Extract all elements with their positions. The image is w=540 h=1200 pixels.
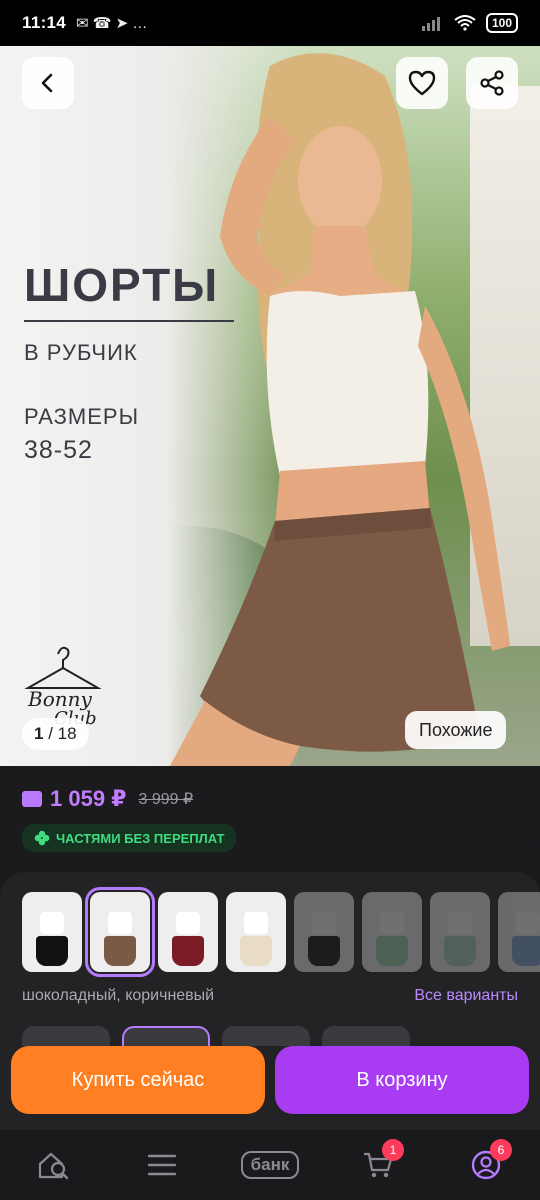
installments-label: ЧАСТЯМИ БЕЗ ПЕРЕПЛАТ bbox=[56, 830, 225, 846]
signal-icon bbox=[421, 17, 440, 31]
hero-divider bbox=[24, 320, 234, 322]
bank-label: банк bbox=[240, 1151, 300, 1179]
image-counter: 1 / 18 bbox=[22, 718, 89, 750]
thumb-shorts bbox=[512, 936, 540, 966]
size-chip[interactable] bbox=[22, 1026, 110, 1046]
variant-thumb-selected[interactable] bbox=[85, 887, 155, 977]
nav-cart[interactable]: 1 bbox=[348, 1135, 408, 1195]
size-chips bbox=[22, 1026, 410, 1046]
hero-caption: ШОРТЫ В РУБЧИК РАЗМЕРЫ 38-52 bbox=[24, 262, 234, 465]
clover-icon bbox=[34, 830, 50, 846]
notification-icons: ✉ ☎ ➤ … bbox=[76, 15, 148, 32]
wallet-icon bbox=[22, 791, 42, 807]
thumb-shorts bbox=[104, 936, 136, 966]
variant-thumb[interactable] bbox=[498, 892, 540, 972]
chevron-left-icon bbox=[41, 73, 53, 93]
menu-icon bbox=[148, 1154, 176, 1176]
variant-thumb[interactable] bbox=[226, 892, 286, 972]
cart-badge: 1 bbox=[382, 1139, 404, 1161]
size-chip-selected[interactable] bbox=[122, 1026, 210, 1046]
share-icon bbox=[480, 70, 504, 96]
bottom-nav: банк 1 6 bbox=[0, 1130, 540, 1200]
status-time: 11:14 bbox=[22, 13, 67, 32]
thumb-shorts bbox=[444, 936, 476, 966]
favorite-button[interactable] bbox=[396, 57, 448, 109]
thumb-shorts bbox=[308, 936, 340, 966]
heart-icon bbox=[408, 70, 436, 96]
selected-color-name: шоколадный, коричневый bbox=[22, 987, 215, 1004]
nav-profile[interactable]: 6 bbox=[456, 1135, 516, 1195]
brand-logo: Bonny Club bbox=[24, 646, 102, 726]
battery-icon: 100 bbox=[485, 13, 518, 33]
thumb-shorts bbox=[240, 936, 272, 966]
thumb-shorts bbox=[36, 936, 68, 966]
nav-home[interactable] bbox=[24, 1135, 84, 1195]
price-card: 1 059 ₽ 3 999 ₽ ЧАСТЯМИ БЕЗ ПЕРЕПЛАТ bbox=[0, 766, 540, 868]
profile-badge: 6 bbox=[490, 1139, 512, 1161]
variant-thumb[interactable] bbox=[362, 892, 422, 972]
variant-thumb[interactable] bbox=[22, 892, 82, 972]
add-to-cart-button[interactable]: В корзину bbox=[275, 1046, 529, 1114]
nav-catalog[interactable] bbox=[132, 1135, 192, 1195]
image-counter-total: / 18 bbox=[48, 724, 77, 743]
thumb-top bbox=[244, 912, 268, 934]
thumb-top bbox=[40, 912, 64, 934]
installments-badge[interactable]: ЧАСТЯМИ БЕЗ ПЕРЕПЛАТ bbox=[22, 824, 237, 852]
thumb-top bbox=[380, 912, 404, 934]
thumb-shorts bbox=[172, 936, 204, 966]
home-search-icon bbox=[38, 1152, 69, 1180]
hero-sizes-label: РАЗМЕРЫ bbox=[24, 404, 140, 429]
size-chip[interactable] bbox=[222, 1026, 310, 1046]
thumb-top bbox=[176, 912, 200, 934]
thumb-top bbox=[448, 912, 472, 934]
hero-sizes-value: 38-52 bbox=[24, 436, 93, 464]
old-price: 3 999 ₽ bbox=[138, 791, 194, 808]
status-bar: 11:14 ✉ ☎ ➤ … 100 bbox=[0, 0, 540, 46]
share-button[interactable] bbox=[466, 57, 518, 109]
status-right: 100 bbox=[421, 13, 518, 33]
hero-title: ШОРТЫ bbox=[24, 259, 220, 311]
variant-thumbnails bbox=[22, 887, 540, 977]
price-row: 1 059 ₽ 3 999 ₽ bbox=[22, 786, 518, 812]
thumb-top bbox=[108, 912, 132, 934]
similar-button[interactable]: Похожие bbox=[405, 711, 507, 749]
current-price: 1 059 ₽ bbox=[50, 786, 127, 811]
variant-thumb[interactable] bbox=[158, 892, 218, 972]
variant-thumb[interactable] bbox=[430, 892, 490, 972]
image-counter-current: 1 bbox=[34, 724, 44, 743]
size-chip[interactable] bbox=[322, 1026, 410, 1046]
all-variants-link[interactable]: Все варианты bbox=[414, 987, 518, 1005]
thumb-shorts bbox=[376, 936, 408, 966]
hero-subtitle: В РУБЧИК bbox=[24, 340, 138, 365]
product-gallery[interactable]: ШОРТЫ В РУБЧИК РАЗМЕРЫ 38-52 Bonny Club … bbox=[0, 46, 540, 766]
variant-thumb[interactable] bbox=[294, 892, 354, 972]
wifi-icon bbox=[454, 15, 476, 31]
thumb-top bbox=[312, 912, 336, 934]
nav-bank[interactable]: банк bbox=[240, 1135, 300, 1195]
buy-now-button[interactable]: Купить сейчас bbox=[11, 1046, 265, 1114]
back-button[interactable] bbox=[22, 57, 74, 109]
thumb-top bbox=[516, 912, 540, 934]
